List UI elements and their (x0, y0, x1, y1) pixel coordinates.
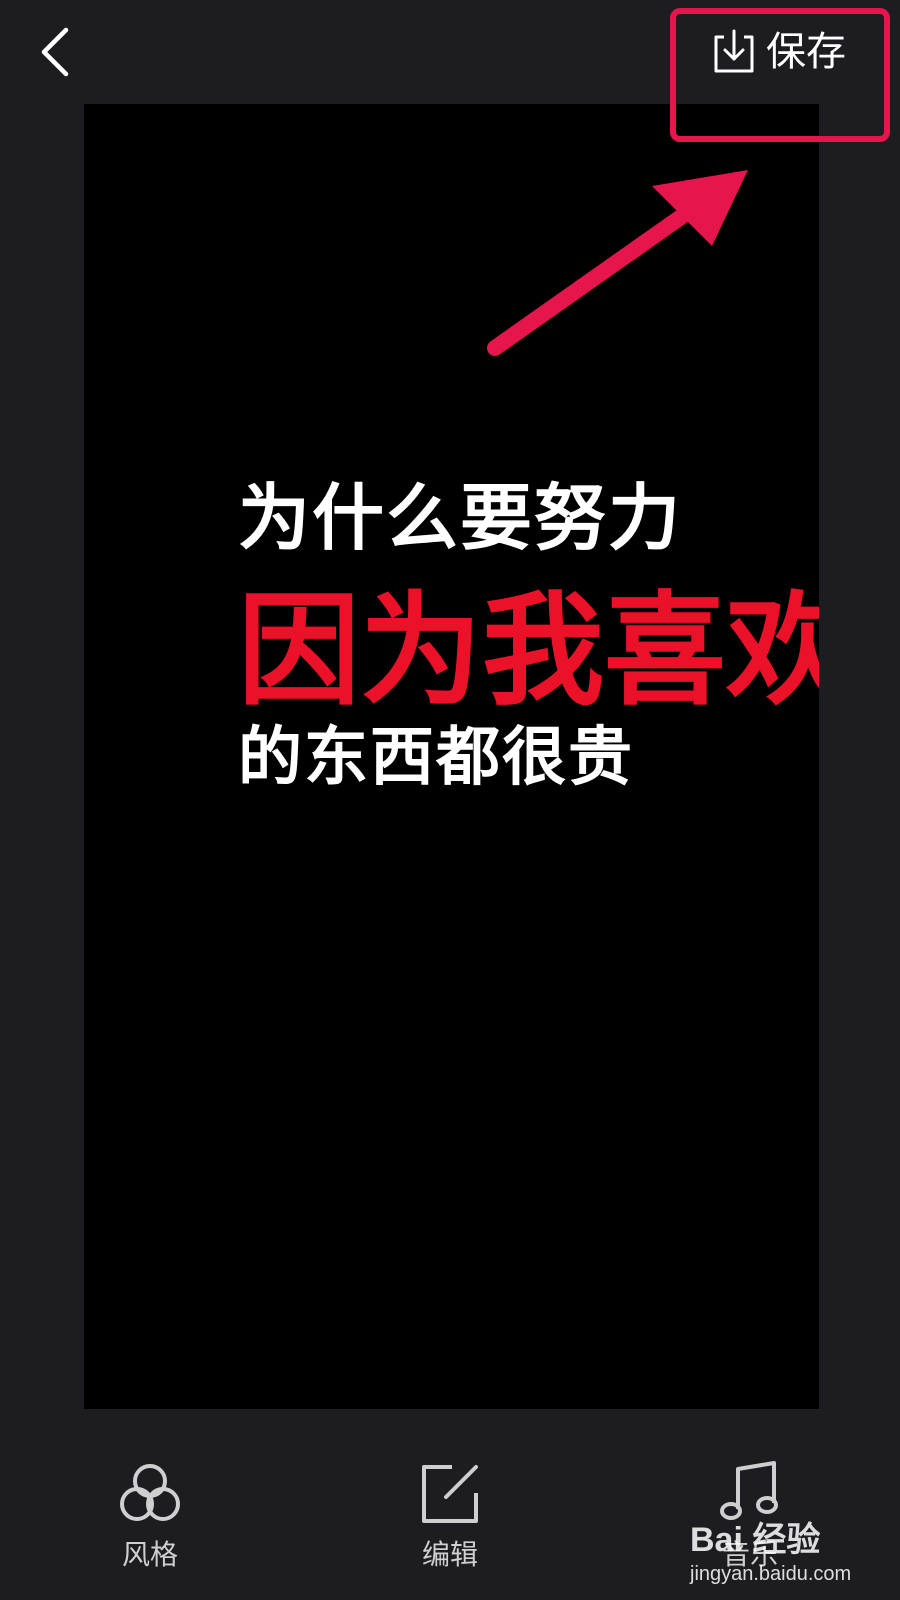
caption-line-1: 为什么要努力 (238, 476, 683, 560)
save-label: 保存 (766, 29, 846, 75)
tool-edit[interactable]: 编辑 (380, 1458, 520, 1572)
music-note-icon (715, 1458, 785, 1528)
tool-music-label: 音乐 (721, 1538, 778, 1571)
caption-line-3: 的东西都很贵 (238, 721, 634, 795)
tool-style-label: 风格 (121, 1538, 178, 1571)
edit-icon (415, 1458, 485, 1528)
chevron-left-icon (41, 27, 69, 77)
tool-style[interactable]: 风格 (80, 1458, 220, 1572)
video-preview[interactable]: 为什么要努力 因为我喜欢 的东西都很贵 (84, 104, 819, 1409)
download-icon (714, 29, 754, 73)
tool-music[interactable]: 音乐 (680, 1458, 820, 1572)
save-button[interactable]: 保存 (712, 24, 846, 80)
tool-edit-label: 编辑 (421, 1538, 478, 1571)
caption-line-2: 因为我喜欢 (238, 580, 819, 722)
back-button[interactable] (30, 22, 80, 82)
style-circles-icon (115, 1458, 185, 1528)
bottom-toolbar: 风格 编辑 音乐 (0, 1440, 900, 1600)
